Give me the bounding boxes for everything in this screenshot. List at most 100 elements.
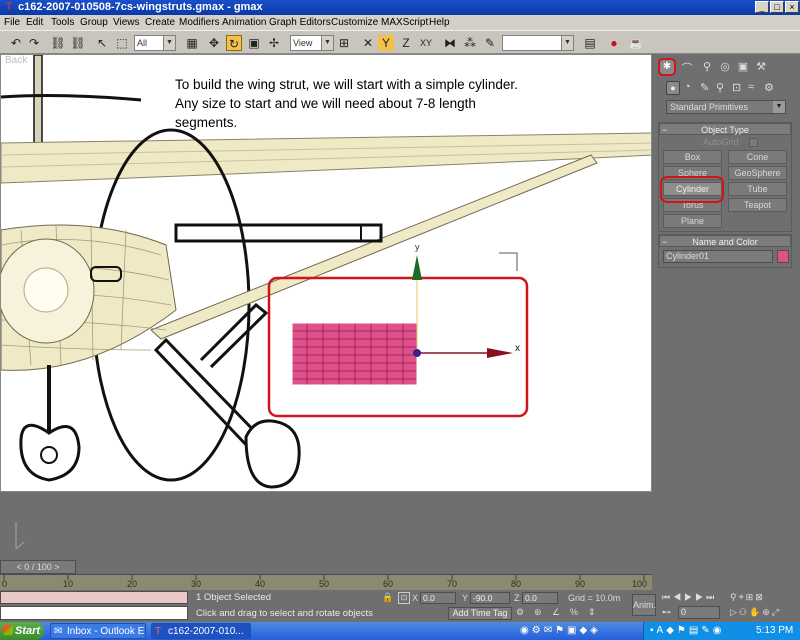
- geometry-icon[interactable]: ●: [666, 81, 680, 95]
- menu-edit[interactable]: Edit: [26, 15, 43, 30]
- time-slider-thumb[interactable]: < 0 / 100 >: [0, 560, 76, 574]
- time-config-icon[interactable]: ⚙: [516, 607, 530, 620]
- rotate-icon[interactable]: ↻: [226, 35, 242, 51]
- close-button[interactable]: ×: [785, 1, 799, 13]
- select-region-icon[interactable]: ⬚: [114, 35, 130, 51]
- lights-icon[interactable]: ✎: [700, 81, 709, 94]
- menu-create[interactable]: Create: [145, 15, 175, 30]
- spinner-snap-icon[interactable]: ⇕: [588, 607, 602, 620]
- task-outlook[interactable]: ✉ Inbox - Outlook E...: [50, 623, 146, 639]
- undo-icon[interactable]: ↶: [8, 35, 24, 51]
- y-coord-field[interactable]: -90.0: [470, 592, 510, 604]
- maxscript-listener-field[interactable]: [0, 591, 188, 604]
- viewport-back[interactable]: Back To build the wing strut, we will st…: [0, 54, 652, 492]
- restrict-z-icon[interactable]: Z: [398, 35, 414, 51]
- snap-icon[interactable]: ✎: [482, 35, 498, 51]
- plane-button[interactable]: Plane: [663, 214, 722, 228]
- viewport-label[interactable]: Back: [5, 55, 27, 66]
- select-manipulate-icon[interactable]: ✢: [266, 35, 282, 51]
- scale-icon[interactable]: ▣: [246, 35, 262, 51]
- menu-views[interactable]: Views: [113, 15, 140, 30]
- object-color-swatch[interactable]: [777, 250, 789, 263]
- pivot-center-icon[interactable]: ⊞: [336, 35, 352, 51]
- modify-tab-icon[interactable]: ⌒: [680, 60, 694, 75]
- helpers-icon[interactable]: ⊡: [732, 81, 741, 94]
- viewport-nav-controls-top[interactable]: ⚲⌖⊞⊠: [730, 592, 798, 604]
- menu-maxscript[interactable]: MAXScript: [381, 15, 428, 30]
- menu-animation[interactable]: Animation: [222, 15, 266, 30]
- spacewarps-icon[interactable]: ≈: [748, 81, 754, 93]
- quick-launch-icons[interactable]: ◉⚙✉⚑▣◆◈: [520, 625, 640, 637]
- name-color-title: Name and Color: [692, 237, 758, 247]
- create-tab-icon[interactable]: ✱: [658, 58, 676, 76]
- track-bar[interactable]: 0 10 20 30 40 50 60 70 80 90 100: [0, 574, 652, 590]
- systems-icon[interactable]: ⚙: [764, 81, 774, 94]
- angle-snap-icon[interactable]: ∠: [552, 607, 566, 620]
- absolute-mode-icon[interactable]: ⊡: [398, 592, 410, 604]
- add-time-tag-button[interactable]: Add Time Tag: [448, 607, 512, 620]
- teapot-button[interactable]: Teapot: [728, 198, 787, 212]
- object-name-field[interactable]: Cylinder01: [663, 250, 773, 263]
- menu-modifiers[interactable]: Modifiers: [179, 15, 220, 30]
- display-tab-icon[interactable]: ▣: [736, 60, 750, 74]
- menu-tools[interactable]: Tools: [51, 15, 74, 30]
- motion-tab-icon[interactable]: ◎: [718, 60, 732, 74]
- align-icon[interactable]: ⁂: [462, 35, 478, 51]
- restrict-x-icon[interactable]: ✕: [360, 35, 376, 51]
- start-button[interactable]: Start: [0, 622, 44, 640]
- utilities-tab-icon[interactable]: ⚒: [754, 60, 768, 74]
- select-object-icon[interactable]: ↖: [94, 35, 110, 51]
- selection-filter-dropdown[interactable]: All ▼: [134, 35, 176, 51]
- autogrid-checkbox[interactable]: [749, 138, 758, 147]
- current-frame-field[interactable]: 0: [678, 606, 720, 619]
- cameras-icon[interactable]: ⚲: [716, 81, 724, 94]
- menu-customize[interactable]: Customize: [331, 15, 378, 30]
- render-icon[interactable]: ●: [606, 35, 622, 51]
- reference-coordinate-dropdown[interactable]: View ▼: [290, 35, 334, 51]
- lock-selection-icon[interactable]: 🔒: [382, 592, 394, 604]
- restrict-y-icon[interactable]: Y: [378, 35, 394, 51]
- named-selection-dropdown[interactable]: ▼: [502, 35, 574, 51]
- menu-help[interactable]: Help: [429, 15, 450, 30]
- object-type-header[interactable]: − Object Type: [659, 123, 791, 135]
- shapes-icon[interactable]: ◔: [684, 81, 691, 93]
- menu-group[interactable]: Group: [80, 15, 108, 30]
- redo-icon[interactable]: ↷: [26, 35, 42, 51]
- material-editor-icon[interactable]: ▤: [582, 35, 598, 51]
- percent-snap-icon[interactable]: %: [570, 607, 584, 620]
- key-mode-icon[interactable]: ⊷: [662, 607, 674, 619]
- playback-controls[interactable]: ⏮◀▶▶⏭: [662, 592, 726, 604]
- x-coord-field[interactable]: 0.0: [420, 592, 456, 604]
- snap-toggle-icon[interactable]: ⊛: [534, 607, 548, 620]
- mirror-icon[interactable]: ⧓: [442, 35, 458, 51]
- animate-toggle-button[interactable]: Anim.: [632, 594, 656, 616]
- command-panel: ✱ ⌒ ⚲ ◎ ▣ ⚒ ● ◔ ✎ ⚲ ⊡ ≈ ⚙ Standard Primi…: [652, 54, 800, 589]
- task-gmax-label: c162-2007-010...: [168, 626, 244, 637]
- tray-icons[interactable]: ▪A◆⚑▤✎◉: [650, 625, 724, 636]
- category-dropdown[interactable]: Standard Primitives ▼: [666, 100, 786, 114]
- task-gmax[interactable]: T c162-2007-010...: [151, 623, 251, 639]
- cone-button[interactable]: Cone: [728, 150, 787, 164]
- tube-button[interactable]: Tube: [728, 182, 787, 196]
- hierarchy-tab-icon[interactable]: ⚲: [700, 60, 714, 74]
- move-icon[interactable]: ✥: [206, 35, 222, 51]
- tick-label: 60: [383, 579, 394, 589]
- menu-file[interactable]: File: [4, 15, 20, 30]
- select-by-name-icon[interactable]: ▦: [184, 35, 200, 51]
- start-label: Start: [15, 625, 41, 637]
- name-color-header[interactable]: − Name and Color: [659, 235, 791, 247]
- z-coord-field[interactable]: 0.0: [522, 592, 558, 604]
- viewport-nav-controls-bottom[interactable]: ▷⚇✋⊕⤢: [730, 607, 798, 619]
- time-slider[interactable]: < 0 / 100 >: [0, 560, 652, 574]
- gmax-tee-icon[interactable]: T: [3, 1, 15, 13]
- maxscript-input-field[interactable]: [0, 606, 188, 620]
- menu-graph-editors[interactable]: Graph Editors: [269, 15, 331, 30]
- restrict-xy-icon[interactable]: XY: [418, 35, 434, 51]
- minimize-button[interactable]: _: [755, 1, 769, 13]
- geosphere-button[interactable]: GeoSphere: [728, 166, 787, 180]
- quick-render-icon[interactable]: ☕: [628, 35, 644, 51]
- box-button[interactable]: Box: [663, 150, 722, 164]
- unlink-icon[interactable]: ⛓: [70, 35, 86, 51]
- maximize-button[interactable]: □: [770, 1, 784, 13]
- link-icon[interactable]: ⛓: [50, 35, 66, 51]
